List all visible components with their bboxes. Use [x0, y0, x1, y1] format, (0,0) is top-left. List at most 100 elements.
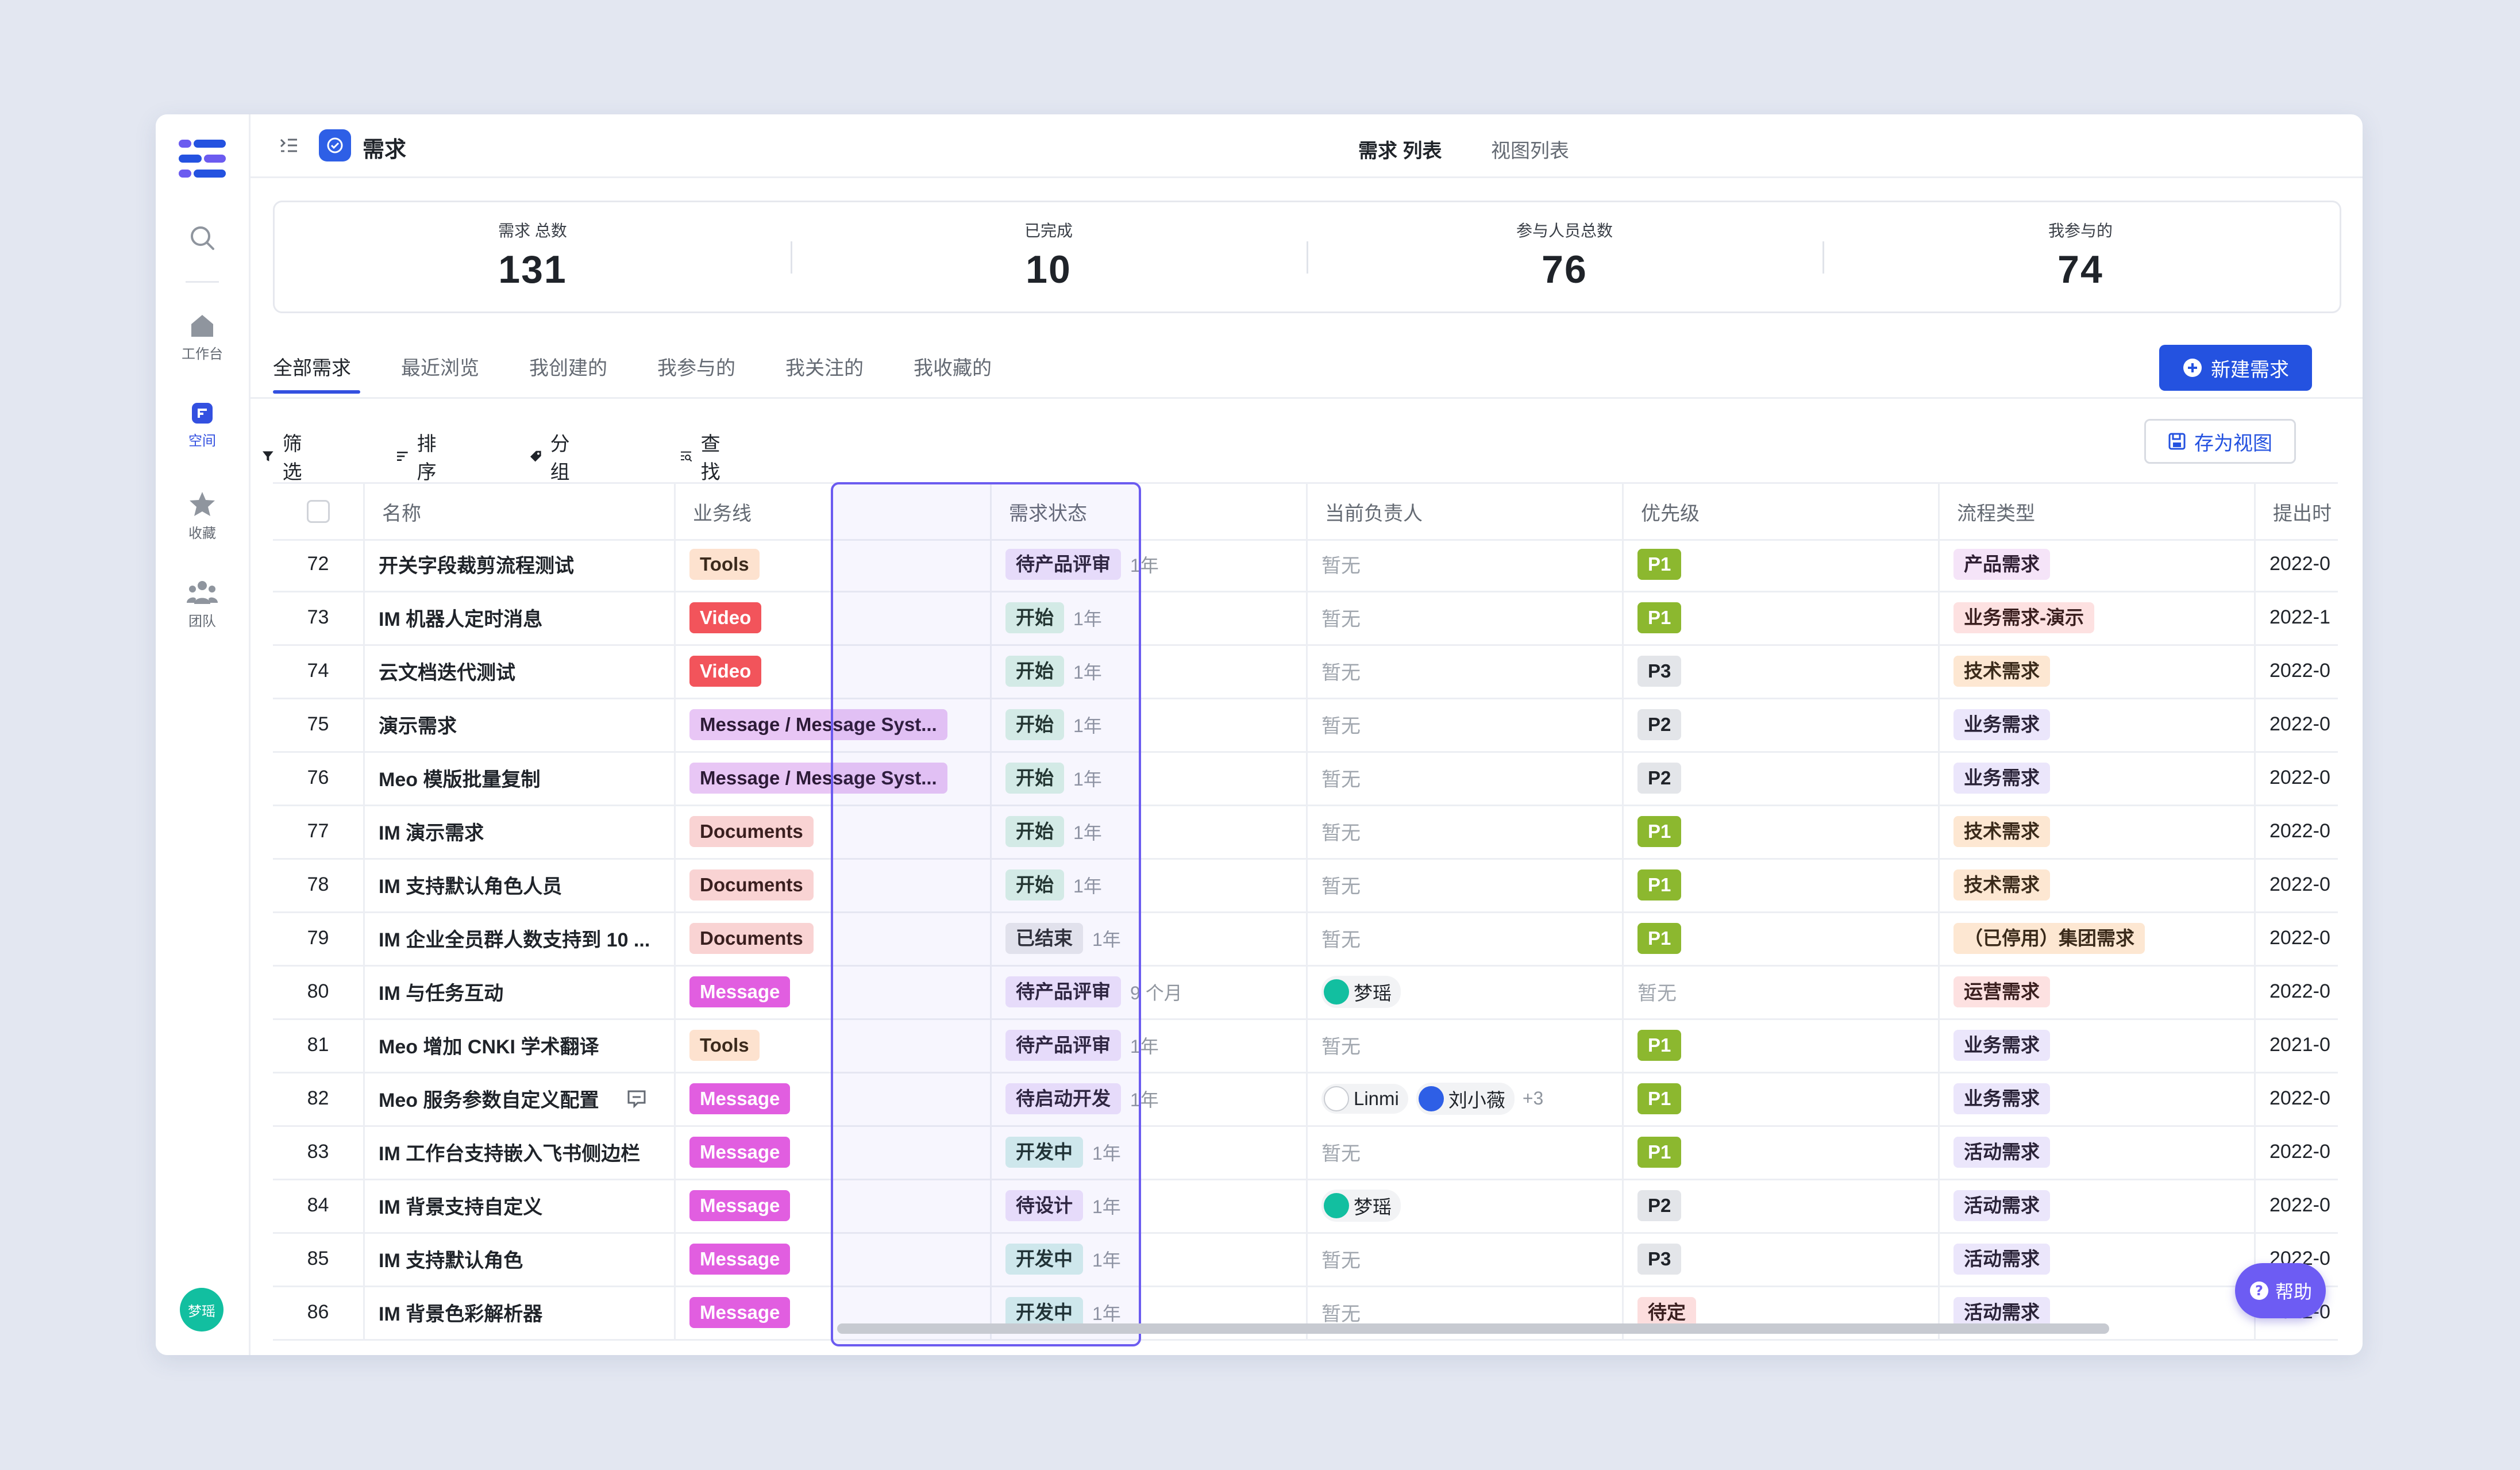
status-tag[interactable]: 待产品评审 [1005, 976, 1121, 1007]
business-line-tag[interactable]: Video [689, 655, 762, 687]
row-name[interactable]: IM 背景支持自定义 [379, 1191, 542, 1219]
table-row[interactable]: 79 IM 企业全员群人数支持到 10 ... Documents 已结束 1年 暂无 P1… [273, 911, 2338, 967]
flow-type-tag[interactable]: （已停用）集团需求 [1953, 922, 2145, 954]
help-button[interactable]: ? 帮助 [2235, 1263, 2326, 1318]
sidebar-item-space[interactable]: 空间 [156, 402, 249, 449]
business-line-tag[interactable]: Message [689, 1190, 791, 1221]
business-line-tag[interactable]: Message [689, 1243, 791, 1275]
business-line-tag[interactable]: Message / Message Syst... [689, 709, 947, 740]
table-row[interactable]: 74 云文档迭代测试 Video 开始 1年 暂无 P3 技术需求 2022-0 [273, 644, 2338, 699]
row-name[interactable]: Meo 模版批量复制 [379, 764, 540, 792]
flow-type-tag[interactable]: 产品需求 [1953, 548, 2050, 580]
flow-type-tag[interactable]: 技术需求 [1953, 655, 2050, 687]
flow-type-tag[interactable]: 业务需求-演示 [1953, 602, 2094, 633]
owner-chip[interactable]: 梦瑶 [1321, 975, 1401, 1008]
business-line-tag[interactable]: Tools [689, 548, 760, 580]
find-button[interactable]: 查找 [680, 428, 727, 484]
sidebar-item-search[interactable] [156, 224, 249, 257]
row-name[interactable]: IM 背景色彩解析器 [379, 1298, 542, 1326]
business-line-tag[interactable]: Documents [689, 869, 814, 901]
row-name[interactable]: IM 工作台支持嵌入飞书侧边栏 [379, 1138, 640, 1166]
priority-tag[interactable]: P1 [1637, 869, 1682, 901]
status-tag[interactable]: 开始 [1005, 815, 1064, 847]
status-tag[interactable]: 已结束 [1005, 922, 1083, 954]
row-name[interactable]: IM 机器人定时消息 [379, 603, 542, 632]
flow-type-tag[interactable]: 业务需求 [1953, 1083, 2050, 1114]
row-name[interactable]: IM 支持默认角色 [379, 1245, 523, 1273]
priority-tag[interactable]: P2 [1637, 709, 1682, 740]
business-line-tag[interactable]: Message [689, 1296, 791, 1328]
priority-tag[interactable]: P3 [1637, 1243, 1682, 1275]
user-avatar[interactable]: 梦瑶 [180, 1288, 224, 1332]
tab-requirement-list[interactable]: 需求 列表 [1358, 135, 1442, 163]
status-tag[interactable]: 待产品评审 [1005, 1029, 1121, 1061]
row-name[interactable]: 云文档迭代测试 [379, 657, 515, 685]
tab-created[interactable]: 我创建的 [529, 352, 607, 380]
tab-all[interactable]: 全部需求 [273, 352, 351, 380]
flow-type-tag[interactable]: 活动需求 [1953, 1136, 2050, 1168]
table-row[interactable]: 73 IM 机器人定时消息 Video 开始 1年 暂无 P1 业务需求-演示 2022-1 [273, 591, 2338, 646]
business-line-tag[interactable]: Message [689, 976, 791, 1007]
priority-tag[interactable]: P1 [1637, 1136, 1682, 1168]
header-business-line[interactable]: 业务线 [676, 484, 992, 539]
app-logo[interactable] [179, 138, 227, 179]
sort-button[interactable]: 排序 [396, 428, 443, 484]
status-tag[interactable]: 待产品评审 [1005, 548, 1121, 580]
row-name[interactable]: IM 企业全员群人数支持到 10 ... [379, 924, 650, 952]
tab-recent[interactable]: 最近浏览 [401, 352, 479, 380]
tab-view-list[interactable]: 视图列表 [1491, 135, 1569, 163]
header-flow-type[interactable]: 流程类型 [1940, 484, 2256, 539]
header-owner[interactable]: 当前负责人 [1308, 484, 1624, 539]
status-tag[interactable]: 待启动开发 [1005, 1083, 1121, 1114]
table-row[interactable]: 83 IM 工作台支持嵌入飞书侧边栏 Message 开发中 1年 暂无 P1 活动需求 202… [273, 1125, 2338, 1180]
table-row[interactable]: 85 IM 支持默认角色 Message 开发中 1年 暂无 P3 活动需求 2022-0 [273, 1232, 2338, 1287]
status-tag[interactable]: 开始 [1005, 602, 1064, 633]
comment-icon[interactable] [626, 1088, 647, 1109]
table-row[interactable]: 78 IM 支持默认角色人员 Documents 开始 1年 暂无 P1 技术需求 2022-0 [273, 858, 2338, 913]
table-row[interactable]: 75 演示需求 Message / Message Syst... 开始 1年 暂无 P2 业… [273, 698, 2338, 753]
priority-tag[interactable]: P1 [1637, 1029, 1682, 1061]
group-button[interactable]: 分组 [529, 428, 576, 484]
business-line-tag[interactable]: Video [689, 602, 762, 633]
select-all-checkbox[interactable] [306, 500, 330, 523]
row-name[interactable]: IM 演示需求 [379, 817, 484, 845]
header-name[interactable]: 名称 [365, 484, 676, 539]
row-name[interactable]: IM 与任务互动 [379, 978, 503, 1006]
horizontal-scrollbar[interactable] [837, 1323, 2109, 1334]
table-row[interactable]: 72 开关字段裁剪流程测试 Tools 待产品评审 1年 暂无 P1 产品需求 2022-0 [273, 537, 2338, 592]
table-row[interactable]: 82 Meo 服务参数自定义配置 Message 待启动开发 1年 Linmi 刘小薇 +3 P… [273, 1072, 2338, 1127]
status-tag[interactable]: 待设计 [1005, 1190, 1083, 1221]
sidebar-item-team[interactable]: 团队 [156, 580, 249, 630]
status-tag[interactable]: 开发中 [1005, 1243, 1083, 1275]
owner-chip[interactable]: 梦瑶 [1321, 1189, 1401, 1222]
flow-type-tag[interactable]: 活动需求 [1953, 1190, 2050, 1221]
business-line-tag[interactable]: Tools [689, 1029, 760, 1061]
flow-type-tag[interactable]: 技术需求 [1953, 815, 2050, 847]
priority-tag[interactable]: P2 [1637, 762, 1682, 794]
priority-tag[interactable]: P2 [1637, 1190, 1682, 1221]
row-name[interactable]: Meo 增加 CNKI 学术翻译 [379, 1031, 599, 1059]
table-row[interactable]: 81 Meo 增加 CNKI 学术翻译 Tools 待产品评审 1年 暂无 P1 业务需求 20… [273, 1018, 2338, 1073]
header-priority[interactable]: 优先级 [1624, 484, 1940, 539]
owner-chip[interactable]: Linmi [1321, 1083, 1408, 1114]
filter-button[interactable]: 筛选 [261, 428, 309, 484]
business-line-tag[interactable]: Message [689, 1136, 791, 1168]
new-requirement-button[interactable]: 新建需求 [2159, 345, 2312, 391]
row-name[interactable]: Meo 服务参数自定义配置 [379, 1084, 599, 1113]
header-submitted[interactable]: 提出时 [2256, 484, 2338, 539]
tab-starred[interactable]: 我收藏的 [914, 352, 992, 380]
status-tag[interactable]: 开发中 [1005, 1136, 1083, 1168]
status-tag[interactable]: 开始 [1005, 709, 1064, 740]
business-line-tag[interactable]: Documents [689, 922, 814, 954]
row-name[interactable]: 演示需求 [379, 710, 457, 738]
business-line-tag[interactable]: Message / Message Syst... [689, 762, 947, 794]
priority-tag[interactable]: P1 [1637, 1083, 1682, 1114]
collapse-sidebar-icon[interactable] [279, 135, 299, 156]
flow-type-tag[interactable]: 业务需求 [1953, 762, 2050, 794]
priority-tag[interactable]: P1 [1637, 922, 1682, 954]
tab-participated[interactable]: 我参与的 [657, 352, 735, 380]
business-line-tag[interactable]: Message [689, 1083, 791, 1114]
sidebar-item-workbench[interactable]: 工作台 [156, 313, 249, 363]
status-tag[interactable]: 开始 [1005, 655, 1064, 687]
header-select-all[interactable] [273, 484, 365, 539]
